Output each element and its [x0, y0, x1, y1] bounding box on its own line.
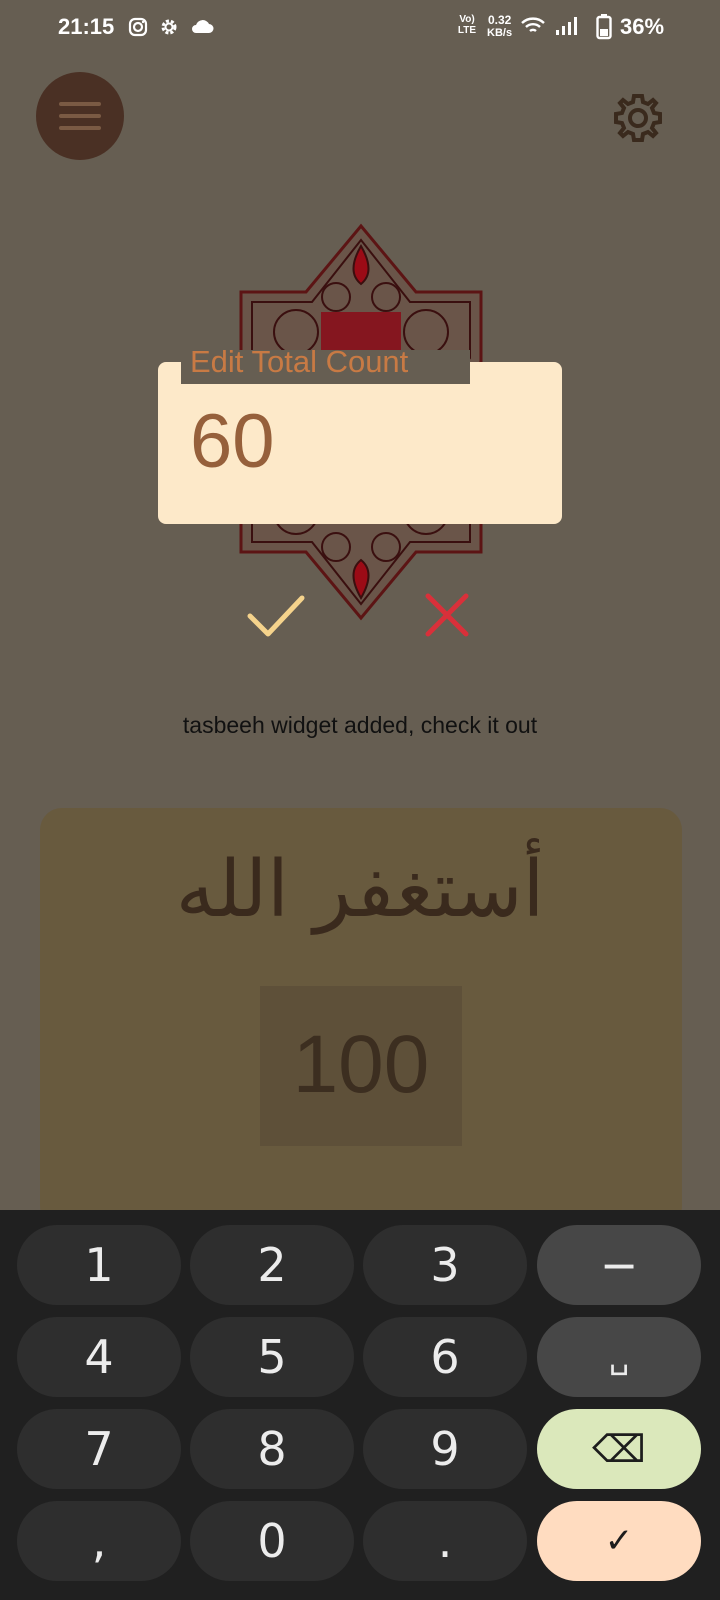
- signal-icon: [556, 17, 577, 35]
- backspace-icon[interactable]: ⌫: [537, 1409, 701, 1489]
- key-period[interactable]: .: [363, 1501, 527, 1581]
- key-8[interactable]: 8: [190, 1409, 354, 1489]
- numeric-keyboard: 1 2 3 − 4 5 6 ␣ 7 8 9 ⌫ , 0 . ✓: [0, 1210, 720, 1600]
- wifi-icon: [521, 17, 545, 33]
- status-time: 21:15: [58, 14, 115, 39]
- network-speed: 0.32: [488, 13, 512, 27]
- network-speed-unit: KB/s: [487, 27, 513, 39]
- key-2[interactable]: 2: [190, 1225, 354, 1305]
- menu-button[interactable]: [36, 72, 124, 160]
- settings-gear-icon[interactable]: [612, 92, 664, 144]
- key-comma[interactable]: ,: [17, 1501, 181, 1581]
- battery-icon: [596, 14, 612, 40]
- battery-percent: 36%: [620, 14, 665, 39]
- cloud-icon: [192, 20, 214, 33]
- key-7[interactable]: 7: [17, 1409, 181, 1489]
- count-value: 100: [292, 1019, 430, 1110]
- key-9[interactable]: 9: [363, 1409, 527, 1489]
- key-3[interactable]: 3: [363, 1225, 527, 1305]
- key-space[interactable]: ␣: [537, 1317, 701, 1397]
- volte-icon: Vo) LTE: [457, 14, 477, 36]
- settings-gear-icon: [161, 19, 177, 35]
- key-1[interactable]: 1: [17, 1225, 181, 1305]
- edit-total-count-label: Edit Total Count: [190, 344, 409, 379]
- key-5[interactable]: 5: [190, 1317, 354, 1397]
- check-icon[interactable]: [246, 590, 306, 640]
- toast-message: tasbeeh widget added, check it out: [182, 712, 538, 738]
- enter-check-icon[interactable]: ✓: [537, 1501, 701, 1581]
- close-icon[interactable]: [422, 590, 472, 640]
- instagram-icon: [128, 17, 148, 37]
- key-minus[interactable]: −: [537, 1225, 701, 1305]
- key-0[interactable]: 0: [190, 1501, 354, 1581]
- key-4[interactable]: 4: [17, 1317, 181, 1397]
- status-bar: 21:15 Vo) LTE 0.32 KB/s 36%: [0, 0, 720, 56]
- edit-total-count-value[interactable]: 60: [190, 398, 275, 485]
- dhikr-text: أستغفر الله: [175, 845, 545, 935]
- hamburger-menu-icon: [59, 102, 101, 106]
- key-6[interactable]: 6: [363, 1317, 527, 1397]
